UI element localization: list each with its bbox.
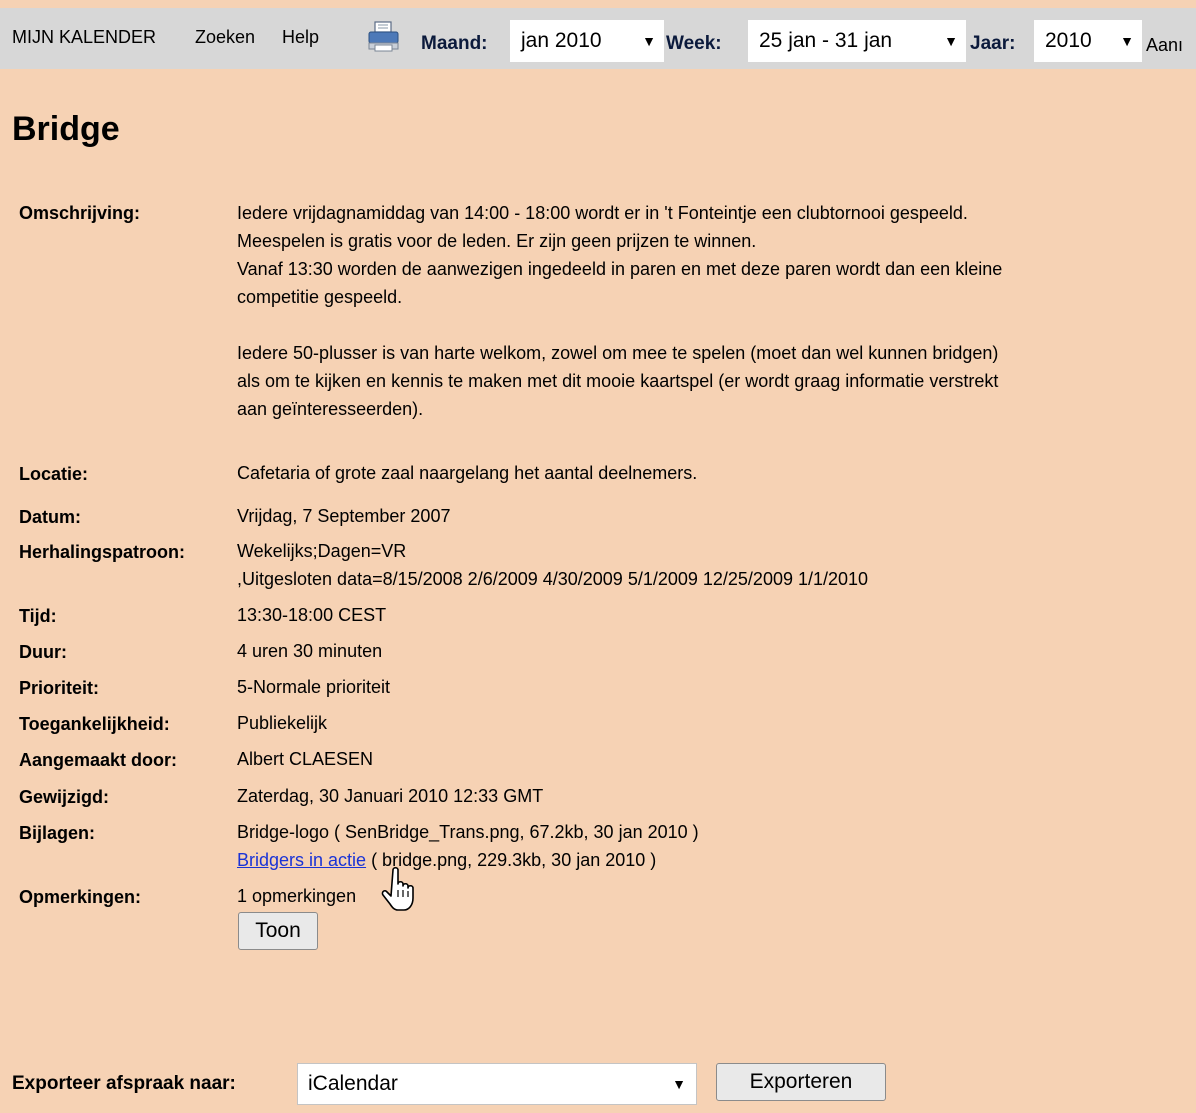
hand-pointer-icon <box>381 866 414 911</box>
show-comments-button[interactable]: Toon <box>238 912 318 950</box>
chevron-down-icon: ▼ <box>944 33 958 49</box>
attachments-list: Bridge-logo ( SenBridge_Trans.png, 67.2k… <box>237 818 699 874</box>
my-calendar-link[interactable]: MIJN KALENDER <box>12 27 156 48</box>
access-value: Publiekelijk <box>237 713 328 733</box>
date-value: Vrijdag, 7 September 2007 <box>237 506 451 526</box>
created-by-value: Albert CLAESEN <box>237 749 374 769</box>
week-select-value: 25 jan - 31 jan <box>759 29 893 52</box>
event-title: Bridge <box>12 110 120 148</box>
week-select[interactable]: 25 jan - 31 jan ▼ <box>748 20 966 62</box>
date-label: Datum: <box>19 507 81 527</box>
description-text: Iedere vrijdagnamiddag van 14:00 - 18:00… <box>237 199 1002 423</box>
duration-label: Duur: <box>19 642 67 662</box>
time-value: 13:30-18:00 CEST <box>237 605 387 625</box>
location-label: Locatie: <box>19 464 89 484</box>
description-line: als om te kijken en kennis te maken met … <box>237 371 999 391</box>
year-select[interactable]: 2010 ▼ <box>1034 20 1142 62</box>
truncated-menu-text[interactable]: Aanı <box>1146 35 1183 56</box>
description-line: aan geïnteresseerden). <box>237 399 424 419</box>
repeat-label: Herhalingspatroon: <box>19 542 186 562</box>
description-line: Meespelen is gratis voor de leden. Er zi… <box>237 231 757 251</box>
description-line: Vanaf 13:30 worden de aanwezigen ingedee… <box>237 259 1003 279</box>
month-label: Maand: <box>421 33 488 54</box>
attachment-item: Bridge-logo ( SenBridge_Trans.png, 67.2k… <box>237 822 699 842</box>
printer-icon[interactable] <box>366 21 402 53</box>
export-format-select[interactable]: iCalendar ▼ <box>297 1063 697 1105</box>
attachment-item: Bridgers in actie ( bridge.png, 229.3kb,… <box>237 846 699 874</box>
created-by-label: Aangemaakt door: <box>19 750 178 770</box>
export-button[interactable]: Exporteren <box>716 1063 886 1101</box>
location-value: Cafetaria of grote zaal naargelang het a… <box>237 463 698 483</box>
month-select-value: jan 2010 <box>521 29 602 52</box>
week-label: Week: <box>666 33 722 54</box>
month-select[interactable]: jan 2010 ▼ <box>510 20 664 62</box>
year-label: Jaar: <box>970 33 1016 54</box>
modified-value: Zaterdag, 30 Januari 2010 12:33 GMT <box>237 786 544 806</box>
repeat-exclusions: ,Uitgesloten data=8/15/2008 2/6/2009 4/3… <box>237 569 869 589</box>
comments-label: Opmerkingen: <box>19 887 142 907</box>
duration-value: 4 uren 30 minuten <box>237 641 383 661</box>
priority-label: Prioriteit: <box>19 678 100 698</box>
repeat-line: Wekelijks;Dagen=VR <box>237 541 407 561</box>
comments-value: 1 opmerkingen <box>237 886 357 906</box>
chevron-down-icon: ▼ <box>672 1076 686 1092</box>
export-format-value: iCalendar <box>308 1072 398 1095</box>
chevron-down-icon: ▼ <box>642 33 656 49</box>
search-link[interactable]: Zoeken <box>195 27 255 48</box>
description-line: competitie gespeeld. <box>237 287 403 307</box>
year-select-value: 2010 <box>1045 29 1092 52</box>
attachments-label: Bijlagen: <box>19 823 96 843</box>
help-link[interactable]: Help <box>282 27 319 48</box>
export-label: Exporteer afspraak naar: <box>12 1073 236 1094</box>
attachment-link[interactable]: Bridgers in actie <box>237 850 366 870</box>
chevron-down-icon: ▼ <box>1120 33 1134 49</box>
time-label: Tijd: <box>19 606 57 626</box>
repeat-value: Wekelijks;Dagen=VR ,Uitgesloten data=8/1… <box>237 537 868 593</box>
top-toolbar: MIJN KALENDER Zoeken Help Maand: jan 201… <box>0 8 1196 69</box>
description-label: Omschrijving: <box>19 203 141 223</box>
access-label: Toegankelijkheid: <box>19 714 170 734</box>
modified-label: Gewijzigd: <box>19 787 109 807</box>
priority-value: 5-Normale prioriteit <box>237 677 391 697</box>
description-line: Iedere vrijdagnamiddag van 14:00 - 18:00… <box>237 203 968 223</box>
description-line: Iedere 50-plusser is van harte welkom, z… <box>237 343 999 363</box>
